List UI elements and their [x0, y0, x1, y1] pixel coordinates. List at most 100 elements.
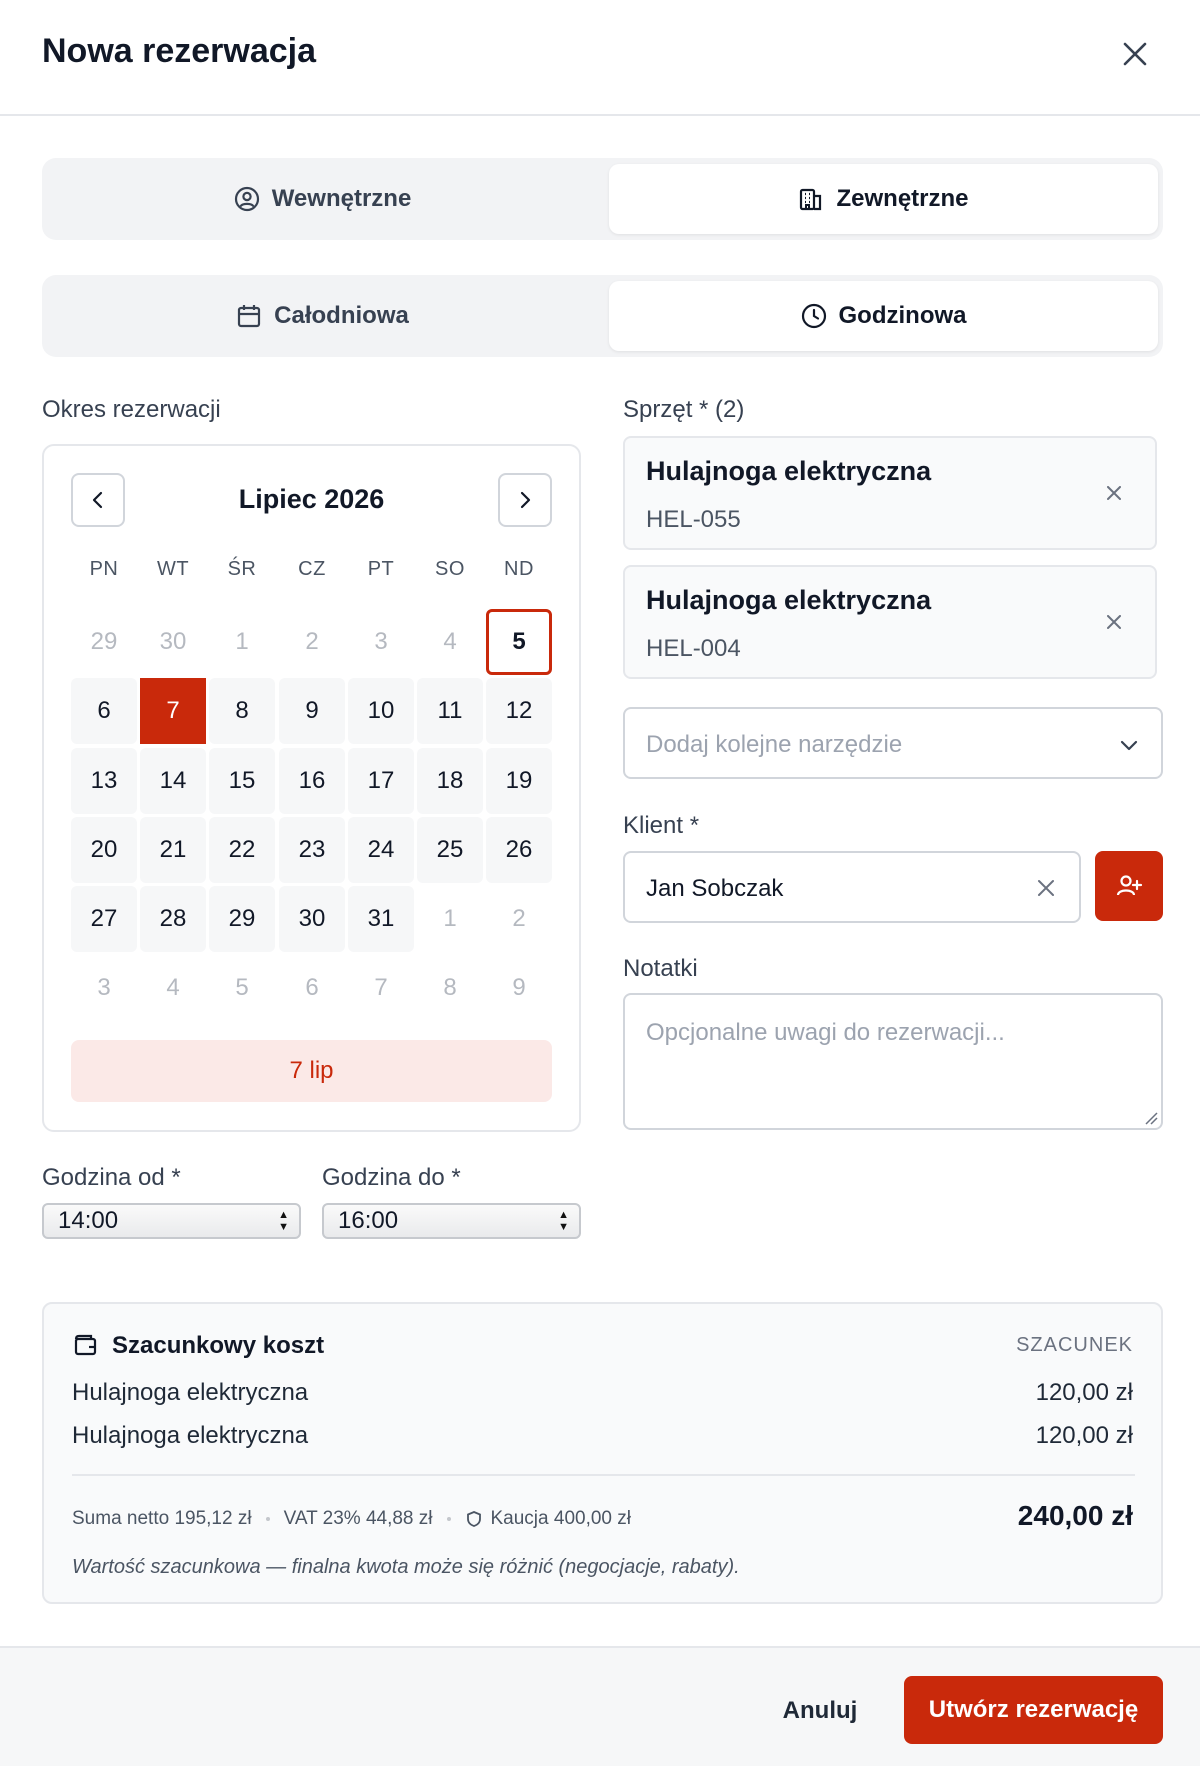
- select-arrows-icon: ▲ ▼: [278, 1209, 289, 1233]
- client-label: Klient *: [623, 812, 700, 839]
- tab-external[interactable]: Zewnętrzne: [609, 164, 1158, 234]
- calendar-icon: [238, 305, 261, 328]
- calendar-day[interactable]: 6: [71, 678, 137, 744]
- audience-toggle: Wewnętrzne Zewnętrzne: [42, 158, 1163, 240]
- close-button[interactable]: [1117, 36, 1153, 72]
- equipment-item: Hulajnoga elektryczna HEL-004: [623, 565, 1157, 679]
- calendar-day[interactable]: 26: [486, 817, 552, 883]
- calendar-day[interactable]: 21: [140, 817, 206, 883]
- add-equipment-placeholder: Dodaj kolejne narzędzie: [646, 731, 903, 758]
- equipment-name: Hulajnoga elektryczna: [646, 456, 932, 486]
- calendar-day-disabled: 9: [512, 974, 526, 1001]
- calendar-day[interactable]: 14: [140, 748, 206, 814]
- calendar-day-disabled: 5: [235, 974, 249, 1001]
- calendar-day-today[interactable]: 5: [486, 609, 552, 675]
- calendar-day[interactable]: 29: [209, 886, 275, 952]
- calendar-day[interactable]: 27: [71, 886, 137, 952]
- add-client-button[interactable]: [1095, 851, 1163, 921]
- time-to-select[interactable]: 16:00 ▲ ▼: [322, 1203, 581, 1239]
- calendar-day[interactable]: 11: [417, 678, 483, 744]
- calendar-day[interactable]: 24: [348, 817, 414, 883]
- notes-label: Notatki: [623, 955, 698, 982]
- calendar-day-disabled: 1: [235, 628, 249, 655]
- calendar-day[interactable]: 12: [486, 678, 552, 744]
- calendar-day[interactable]: 30: [279, 886, 345, 952]
- calendar-day[interactable]: 28: [140, 886, 206, 952]
- weekday-header: WT: [156, 558, 190, 580]
- next-month-button[interactable]: [498, 473, 552, 527]
- calendar-day[interactable]: 15: [209, 748, 275, 814]
- tab-external-label: Zewnętrzne: [836, 185, 969, 212]
- time-from-label: Godzina od *: [42, 1164, 181, 1191]
- total-amount: 240,00 zł: [1017, 1500, 1133, 1531]
- time-to-label: Godzina do *: [322, 1164, 461, 1191]
- calendar-day[interactable]: 18: [417, 748, 483, 814]
- calendar-day[interactable]: 13: [71, 748, 137, 814]
- weekday-header: CZ: [298, 558, 326, 580]
- tab-hourly-label: Godzinowa: [838, 302, 967, 329]
- tab-full-day[interactable]: Całodniowa: [48, 281, 597, 351]
- weekday-header: ND: [504, 558, 534, 580]
- calendar-day-disabled: 8: [443, 974, 457, 1001]
- separator-dot: [265, 1517, 270, 1521]
- duration-toggle: Całodniowa Godzinowa: [42, 275, 1163, 357]
- resize-handle-icon[interactable]: [1144, 1111, 1158, 1125]
- divider: [72, 1474, 1135, 1476]
- calendar-day[interactable]: 25: [417, 817, 483, 883]
- calendar-day[interactable]: 9: [279, 678, 345, 744]
- user-plus-icon: [1116, 875, 1143, 896]
- calendar-day-disabled: 6: [305, 974, 319, 1001]
- add-equipment-select[interactable]: Dodaj kolejne narzędzie: [623, 707, 1163, 779]
- equipment-label: Sprzęt * (2): [623, 396, 745, 423]
- calendar-day[interactable]: 8: [209, 678, 275, 744]
- calendar-day-disabled: 7: [374, 974, 388, 1001]
- calendar-day[interactable]: 16: [279, 748, 345, 814]
- wallet-icon: [74, 1334, 97, 1356]
- cost-row-name: Hulajnoga elektryczna: [72, 1379, 309, 1406]
- create-reservation-button[interactable]: Utwórz rezerwację: [904, 1676, 1163, 1744]
- time-to-value: 16:00: [338, 1207, 399, 1234]
- tab-internal[interactable]: Wewnętrzne: [48, 164, 597, 234]
- weekday-header: SO: [435, 558, 465, 580]
- calendar-day[interactable]: 19: [486, 748, 552, 814]
- calendar-day-selected[interactable]: 7: [140, 678, 206, 744]
- remove-equipment-button[interactable]: [1103, 482, 1125, 504]
- clear-client-button[interactable]: [1035, 877, 1057, 899]
- vat-amount: VAT 23% 44,88 zł: [283, 1508, 433, 1529]
- dialog-header: Nowa rezerwacja: [0, 0, 1200, 116]
- calendar-day[interactable]: 22: [209, 817, 275, 883]
- cost-estimate: Szacunkowy koszt SZACUNEK Hulajnoga elek…: [42, 1302, 1163, 1604]
- calendar-day[interactable]: 23: [279, 817, 345, 883]
- calendar-day-disabled: 4: [166, 974, 180, 1001]
- equipment-item: Hulajnoga elektryczna HEL-055: [623, 436, 1157, 550]
- calendar-day[interactable]: 20: [71, 817, 137, 883]
- remove-equipment-button[interactable]: [1103, 611, 1125, 633]
- net-sum: Suma netto 195,12 zł: [72, 1508, 252, 1529]
- user-circle-icon: [234, 186, 259, 212]
- calendar-day-disabled: 3: [97, 974, 111, 1001]
- client-input[interactable]: Jan Sobczak: [623, 851, 1081, 923]
- dialog-footer: Anuluj Utwórz rezerwację: [0, 1646, 1200, 1766]
- close-icon: [1107, 615, 1121, 629]
- notes-textarea[interactable]: Opcjonalne uwagi do rezerwacji...: [623, 993, 1163, 1130]
- estimate-note: Wartość szacunkowa — finalna kwota może …: [72, 1556, 740, 1578]
- calendar-day[interactable]: 31: [348, 886, 414, 952]
- weekday-header: ŚR: [227, 558, 257, 580]
- cost-row-price: 120,00 zł: [1035, 1422, 1133, 1449]
- selected-date-pill: 7 lip: [71, 1040, 552, 1102]
- equipment-code: HEL-055: [646, 506, 741, 533]
- time-from-select[interactable]: 14:00 ▲ ▼: [42, 1203, 301, 1239]
- tab-full-day-label: Całodniowa: [274, 302, 409, 329]
- shield-icon: [466, 1511, 481, 1527]
- cancel-button[interactable]: Anuluj: [770, 1678, 870, 1744]
- calendar-day[interactable]: 17: [348, 748, 414, 814]
- time-from-value: 14:00: [58, 1207, 119, 1234]
- cost-title: Szacunkowy koszt: [112, 1332, 325, 1359]
- calendar-day[interactable]: 10: [348, 678, 414, 744]
- tab-hourly[interactable]: Godzinowa: [609, 281, 1158, 351]
- calendar-day-disabled: 2: [305, 628, 319, 655]
- cost-row-price: 120,00 zł: [1035, 1379, 1133, 1406]
- calendar-day-disabled: 4: [443, 628, 457, 655]
- close-icon: [1107, 486, 1121, 500]
- calendar-day-disabled: 1: [443, 905, 457, 932]
